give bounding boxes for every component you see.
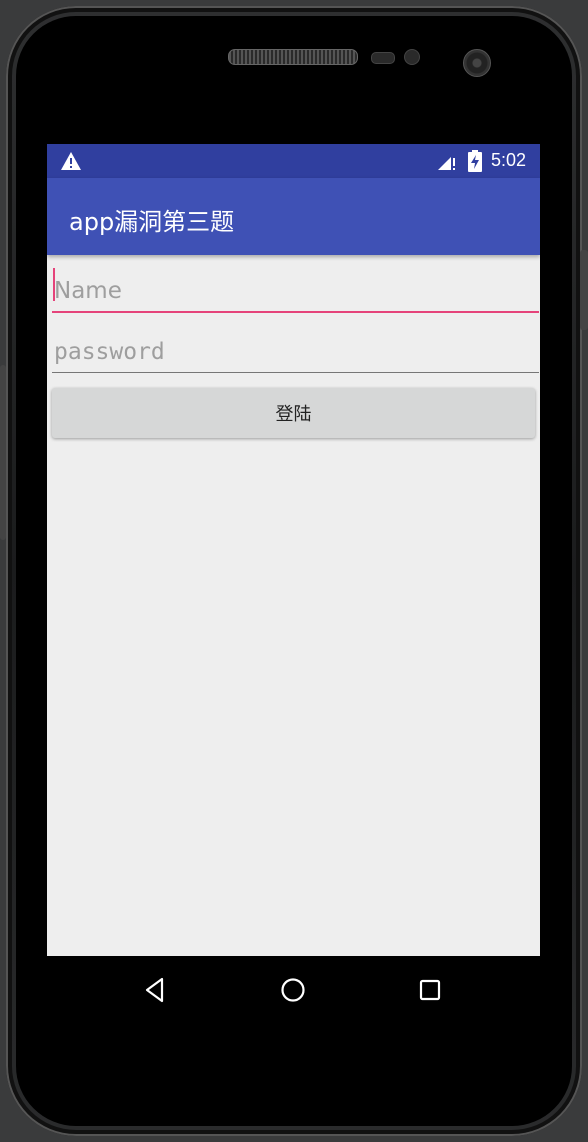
front-camera (463, 49, 491, 77)
navigation-bar (47, 956, 540, 1023)
signal-icon (438, 157, 455, 170)
power-button (580, 250, 588, 330)
home-icon[interactable] (277, 974, 309, 1006)
status-bar: 5:02 (47, 144, 540, 178)
light-sensor (404, 49, 420, 65)
battery-charging-icon (468, 150, 482, 172)
text-cursor (53, 268, 55, 301)
back-icon[interactable] (140, 974, 172, 1006)
app-title: app漏洞第三题 (69, 208, 235, 236)
proximity-sensor (371, 52, 395, 64)
warning-icon (61, 152, 81, 170)
screen: 5:02 app漏洞第三题 登陆 (47, 144, 540, 1023)
name-input[interactable] (52, 271, 539, 313)
status-time: 5:02 (491, 150, 527, 170)
speaker-grille (228, 49, 358, 65)
login-button[interactable]: 登陆 (52, 388, 535, 438)
recents-icon[interactable] (414, 974, 446, 1006)
password-input[interactable] (52, 332, 539, 373)
app-bar: app漏洞第三题 (47, 178, 540, 255)
volume-button (0, 365, 6, 540)
